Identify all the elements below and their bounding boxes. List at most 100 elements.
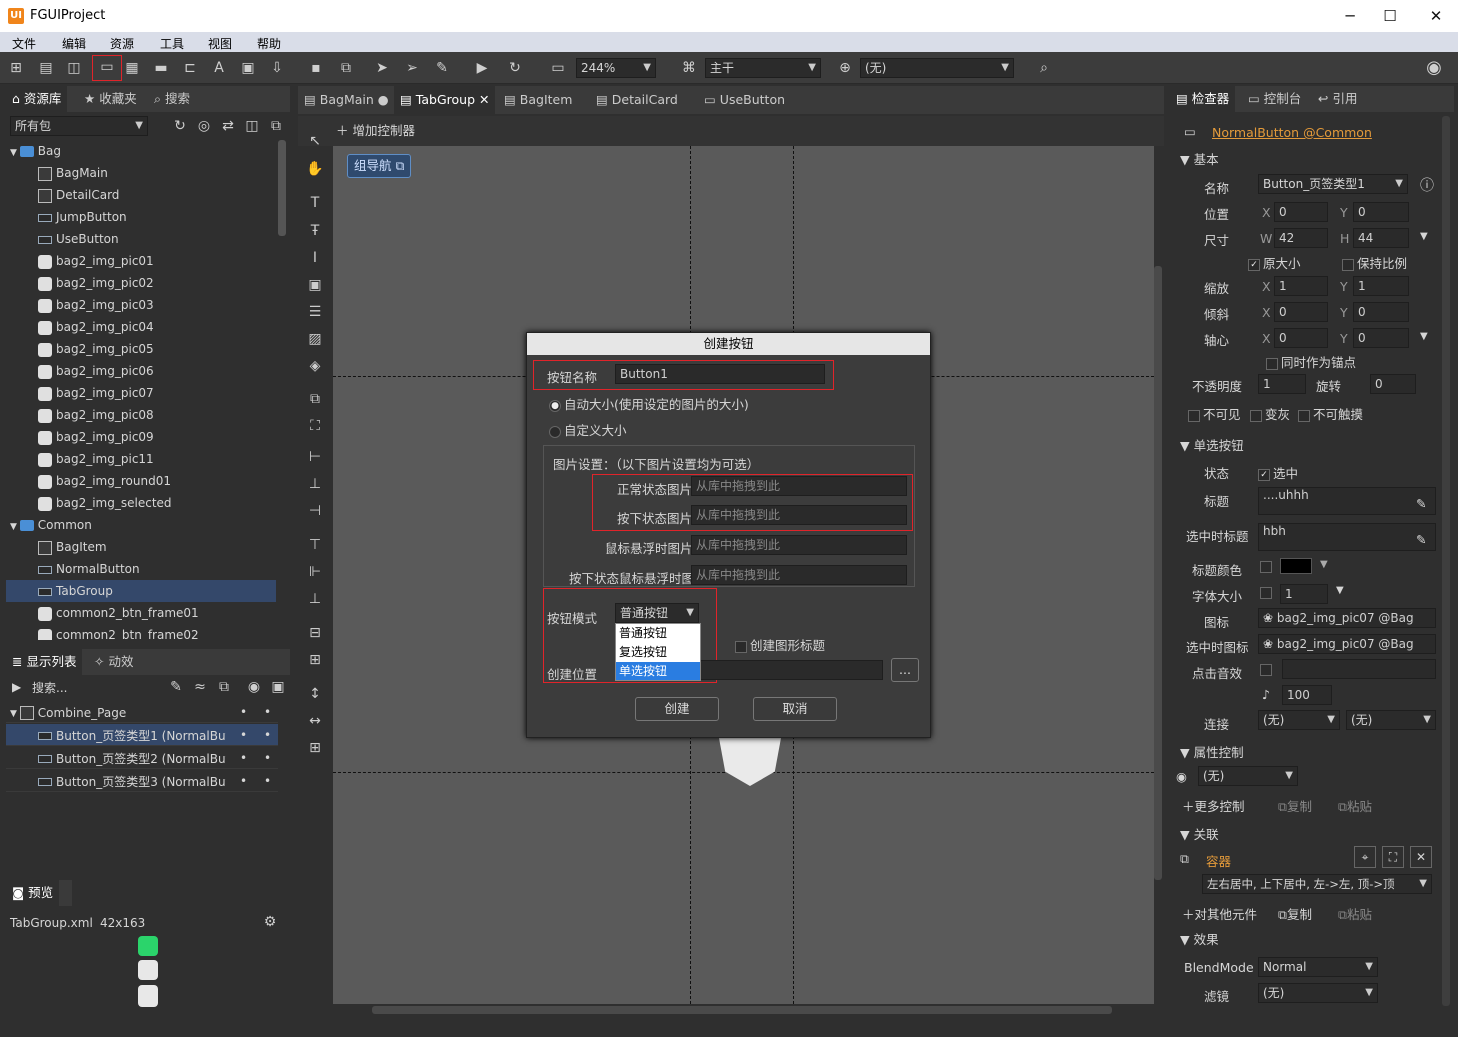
- name-select[interactable]: Button_页签类型1 ▼: [1258, 174, 1408, 194]
- expand-pivot-icon[interactable]: ▼: [1420, 331, 1428, 342]
- library-item-common2-btn-frame01[interactable]: common2_btn_frame01: [6, 602, 276, 624]
- visibility-dot[interactable]: •: [240, 747, 247, 769]
- edit-title-icon[interactable]: ✎: [1416, 496, 1426, 511]
- doc-tab-bagmain[interactable]: ▤ BagMain ●: [298, 86, 395, 114]
- lock-icon[interactable]: ▣: [268, 677, 288, 697]
- expand-icon[interactable]: ⛶: [1382, 846, 1404, 868]
- distribute-v-icon[interactable]: ↕: [304, 683, 326, 705]
- volume-input[interactable]: 100: [1282, 685, 1332, 705]
- tab-console[interactable]: ▭ 控制台: [1242, 86, 1307, 112]
- pivot-y-input[interactable]: 0: [1353, 328, 1409, 348]
- align-bottom-icon[interactable]: ⊥: [304, 588, 326, 610]
- align-left-icon[interactable]: ⊢: [304, 446, 326, 468]
- library-item-bag2-img-pic09[interactable]: bag2_img_pic09: [6, 426, 276, 448]
- other-relation-button[interactable]: ＋对其他元件: [1182, 904, 1257, 923]
- lock-dot[interactable]: •: [264, 770, 271, 792]
- over-image-input[interactable]: 从库中拖拽到此: [691, 535, 907, 555]
- section-prop-control[interactable]: ▼ 属性控制: [1180, 742, 1244, 761]
- library-item-normalbutton[interactable]: NormalButton: [6, 558, 276, 580]
- new-popup-icon[interactable]: ▣: [238, 58, 258, 78]
- library-item-bag2-img-pic05[interactable]: bag2_img_pic05: [6, 338, 276, 360]
- sound-checkbox[interactable]: [1260, 664, 1272, 676]
- down-image-input[interactable]: 从库中拖拽到此: [691, 505, 907, 525]
- same-height-icon[interactable]: ⊞: [304, 649, 326, 671]
- gray-checkbox[interactable]: 变灰: [1250, 404, 1290, 423]
- browse-button[interactable]: ...: [891, 658, 919, 682]
- expand-arrow-icon[interactable]: ▼: [10, 709, 20, 719]
- alpha-input[interactable]: 1: [1258, 374, 1306, 394]
- preview-tab[interactable]: ◙ 预览: [6, 880, 72, 906]
- library-item-bag2-img-selected[interactable]: bag2_img_selected: [6, 492, 276, 514]
- new-progress-icon[interactable]: ▬: [151, 58, 171, 78]
- create-title-checkbox[interactable]: 创建图形标题: [735, 635, 825, 654]
- grid-icon[interactable]: ⊞: [304, 737, 326, 759]
- font-size-input[interactable]: 1: [1280, 584, 1328, 604]
- bookmark-icon[interactable]: ◫: [64, 58, 84, 78]
- 3d-tool-icon[interactable]: ◈: [304, 355, 326, 377]
- library-item-common2-btn-frame02[interactable]: common2_btn_frame02: [6, 624, 276, 640]
- eye-icon[interactable]: ◉: [244, 677, 264, 697]
- library-item-usebutton[interactable]: UseButton: [6, 228, 276, 250]
- doc-tab-detailcard[interactable]: ▤ DetailCard: [590, 86, 684, 114]
- monitor-icon[interactable]: ▭: [548, 58, 568, 78]
- locate-icon[interactable]: ◎: [194, 116, 214, 136]
- tab-search[interactable]: ⌕ 搜索: [148, 86, 196, 112]
- library-item-bag2-img-pic01[interactable]: bag2_img_pic01: [6, 250, 276, 272]
- hidden-icon[interactable]: ≈: [190, 677, 210, 697]
- library-item-bag2-img-pic02[interactable]: bag2_img_pic02: [6, 272, 276, 294]
- name-input[interactable]: Button1: [615, 364, 825, 384]
- library-item-bag2-img-pic04[interactable]: bag2_img_pic04: [6, 316, 276, 338]
- skew-y-input[interactable]: 0: [1353, 302, 1409, 322]
- doc-tab-usebutton[interactable]: ▭ UseButton: [698, 86, 791, 114]
- title-input[interactable]: ....uhhh: [1258, 487, 1436, 515]
- doc-tab-bagitem[interactable]: ▤ BagItem: [498, 86, 578, 114]
- up-image-input[interactable]: 从库中拖拽到此: [691, 476, 907, 496]
- publish-all-icon[interactable]: ➢: [402, 58, 422, 78]
- lock-dot[interactable]: •: [264, 701, 271, 723]
- info-icon[interactable]: ⓘ: [1420, 175, 1434, 195]
- paste-relation-button[interactable]: ⧉粘贴: [1338, 904, 1372, 923]
- expand-arrow-icon[interactable]: ▼: [10, 522, 20, 532]
- filter-select[interactable]: (无) ▼: [1258, 983, 1378, 1003]
- section-basic[interactable]: ▼ 基本: [1180, 149, 1219, 168]
- menu-assets[interactable]: 资源: [110, 35, 134, 52]
- publish-settings-icon[interactable]: ✎: [432, 58, 452, 78]
- more-control-button[interactable]: ＋更多控制: [1182, 796, 1245, 815]
- blend-select[interactable]: Normal ▼: [1258, 957, 1378, 977]
- library-item-bag2-img-pic11[interactable]: bag2_img_pic11: [6, 448, 276, 470]
- richtext-tool-icon[interactable]: Ŧ: [304, 220, 326, 242]
- group-tool-icon[interactable]: ⧉: [304, 388, 326, 410]
- menu-edit[interactable]: 编辑: [62, 35, 86, 52]
- link-select-1[interactable]: (无) ▼: [1258, 710, 1340, 730]
- distribute-h-icon[interactable]: ↔: [304, 710, 326, 732]
- original-size-checkbox[interactable]: ✓ 原大小: [1248, 253, 1301, 272]
- scale-y-input[interactable]: 1: [1353, 276, 1409, 296]
- visibility-dot[interactable]: •: [240, 724, 247, 746]
- menu-tools[interactable]: 工具: [160, 35, 184, 52]
- visibility-dot[interactable]: •: [240, 770, 247, 792]
- align-center-icon[interactable]: ⊥: [304, 473, 326, 495]
- import-icon[interactable]: ⇩: [267, 58, 287, 78]
- down-over-image-input[interactable]: 从库中拖拽到此: [691, 565, 907, 585]
- text-tool-icon[interactable]: T: [304, 192, 326, 214]
- new-button-icon[interactable]: ▭: [92, 55, 122, 81]
- mode-option-radio[interactable]: 单选按钮: [616, 662, 700, 680]
- selected-icon-input[interactable]: ❀ bag2_img_pic07 @Bag: [1258, 634, 1436, 654]
- play-icon[interactable]: ▶: [472, 58, 492, 78]
- display-item-row[interactable]: Button_页签类型2 (NormalBut • •: [6, 747, 278, 769]
- anchor-checkbox[interactable]: 同时作为锚点: [1266, 352, 1356, 371]
- publish-icon[interactable]: ➤: [372, 58, 392, 78]
- close-icon[interactable]: ✕: [479, 92, 489, 107]
- library-item-tabgroup[interactable]: TabGroup: [6, 580, 276, 602]
- scale-x-input[interactable]: 1: [1274, 276, 1328, 296]
- icon-input[interactable]: ❀ bag2_img_pic07 @Bag: [1258, 608, 1436, 628]
- view-mode-icon[interactable]: ◫: [242, 116, 262, 136]
- library-item-bagmain[interactable]: BagMain: [6, 162, 276, 184]
- new-package-icon[interactable]: ⊞: [6, 58, 26, 78]
- height-input[interactable]: 44: [1353, 228, 1409, 248]
- mode-option-check[interactable]: 复选按钮: [616, 643, 700, 662]
- invisible-checkbox[interactable]: 不可见: [1188, 404, 1241, 423]
- display-item-row[interactable]: Button_页签类型3 (NormalBut • •: [6, 770, 278, 792]
- auto-size-radio[interactable]: ● 自动大小(使用设定的图片的大小): [549, 394, 749, 413]
- expand-arrow-icon[interactable]: ▶: [12, 676, 21, 698]
